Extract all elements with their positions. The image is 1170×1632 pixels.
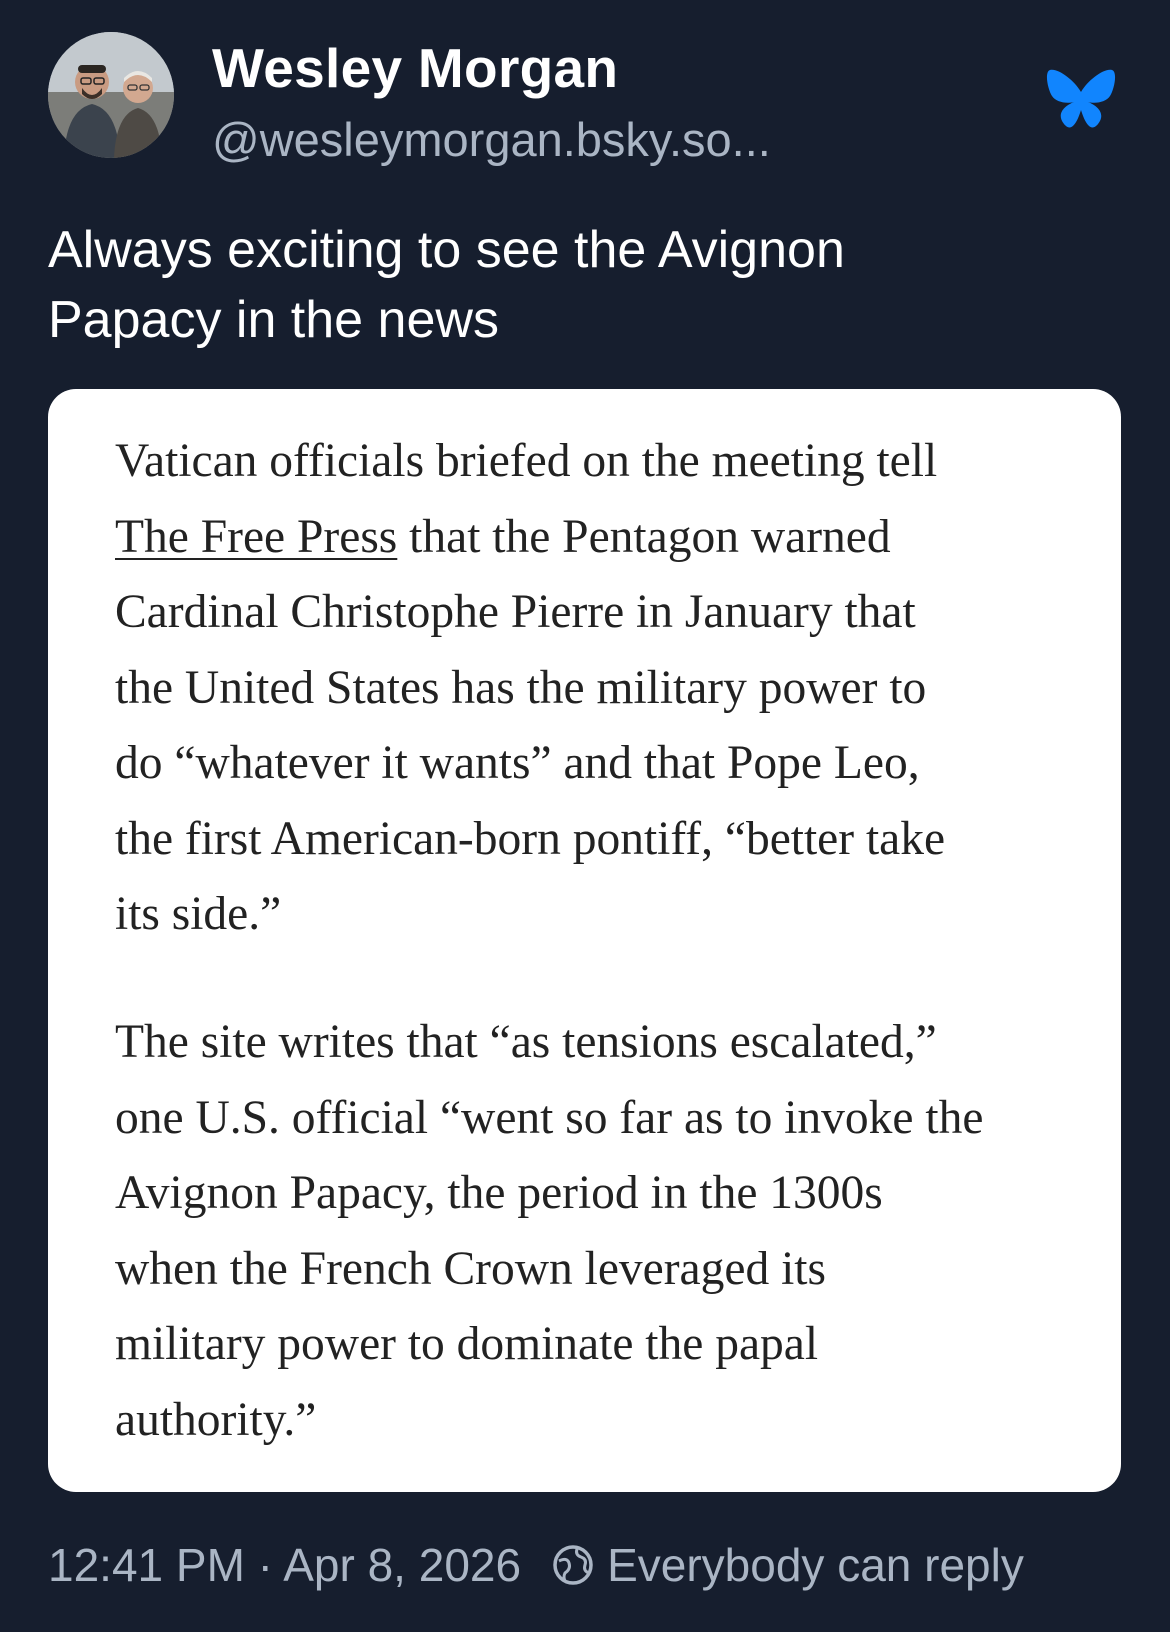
reply-setting: Everybody can reply (607, 1539, 1024, 1591)
avatar[interactable] (48, 32, 174, 158)
globe-icon (551, 1543, 595, 1587)
quote-line: The Free Press that the Pentagon warned (115, 500, 1065, 576)
quote-line: The site writes that “as tensions escala… (115, 1016, 937, 1068)
free-press-link[interactable]: The Free Press (115, 511, 397, 563)
quote-line: authority.” (115, 1393, 317, 1446)
post-text-line: Papacy in the news (48, 291, 499, 349)
post-text: Always exciting to see the Avignon Papac… (48, 215, 1108, 355)
quote-line: Vatican officials briefed on the meeting… (115, 435, 938, 487)
quote-line: do “whatever it wants” and that Pope Leo… (115, 737, 920, 789)
bluesky-butterfly-icon (1046, 68, 1116, 134)
quote-line: one U.S. official “went so far as to inv… (115, 1091, 984, 1144)
quote-line: Cardinal Christophe Pierre in January th… (115, 586, 916, 638)
quote-line: its side.” (115, 888, 282, 940)
quote-line: the first American-born pontiff, “better… (115, 812, 946, 865)
author-display-name[interactable]: Wesley Morgan (212, 36, 618, 100)
quote-paragraph: Vatican officials briefed on the meeting… (115, 424, 1065, 953)
quote-paragraph: The site writes that “as tensions escala… (115, 1005, 1065, 1458)
quote-line: Avignon Papacy, the period in the 1300s (115, 1167, 883, 1219)
quote-line: the United States has the military power… (115, 661, 927, 714)
quote-line-rest: that the Pentagon warned (397, 510, 891, 563)
post-text-line: Always exciting to see the Avignon (48, 221, 845, 279)
quote-line: military power to dominate the papal (115, 1318, 819, 1370)
post-timestamp[interactable]: 12:41 PM · Apr 8, 2026 (48, 1538, 521, 1592)
quote-image-card[interactable]: Vatican officials briefed on the meeting… (48, 389, 1121, 1492)
post-footer: 12:41 PM · Apr 8, 2026 Everybody can rep… (48, 1538, 1024, 1592)
quote-line: when the French Crown leveraged its (115, 1242, 826, 1295)
author-handle[interactable]: @wesleymorgan.bsky.so... (212, 112, 771, 167)
